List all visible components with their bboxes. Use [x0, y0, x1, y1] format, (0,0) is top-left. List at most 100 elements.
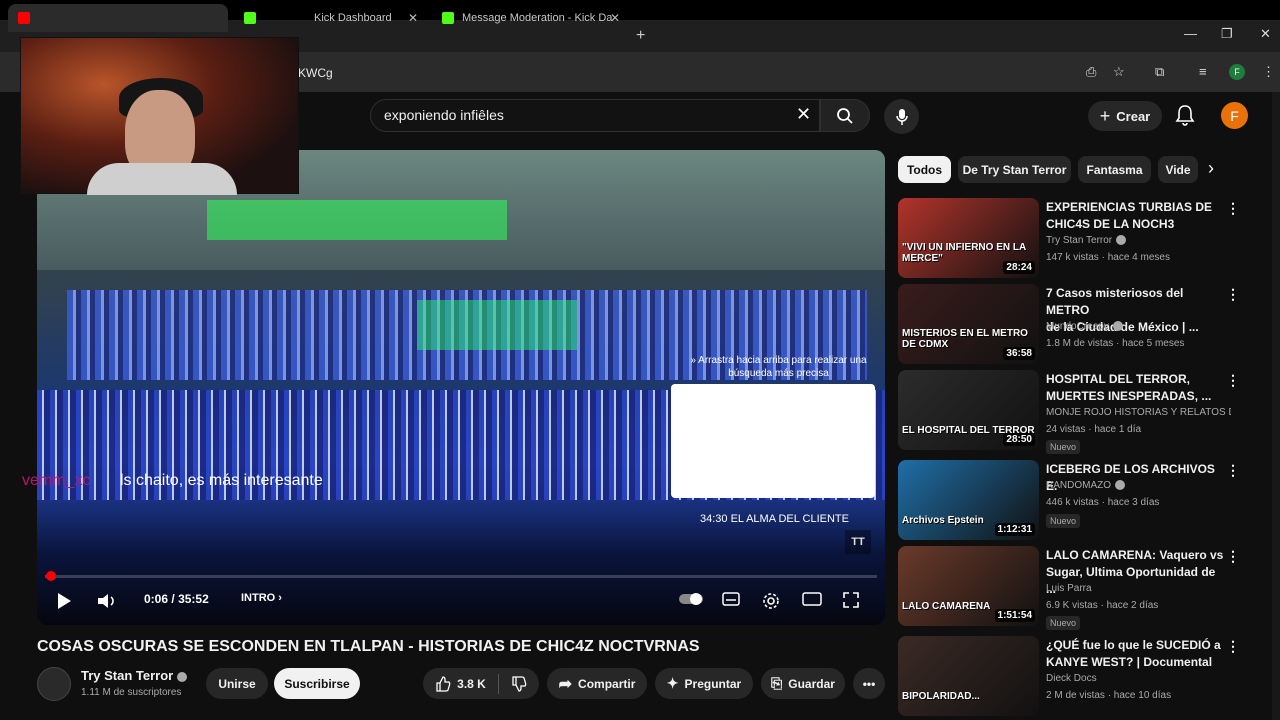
recommendation-thumbnail[interactable]: MISTERIOS EN EL METRO DE CDMX 36:58: [898, 284, 1039, 364]
close-tab-icon[interactable]: ✕: [610, 11, 620, 25]
play-button[interactable]: [56, 592, 72, 610]
volume-button[interactable]: [97, 592, 119, 610]
chip-fantasma[interactable]: Fantasma: [1078, 156, 1151, 183]
recommendation-thumbnail[interactable]: "VIVI UN INFIERNO EN LA MERCE" 28:24: [898, 198, 1039, 278]
more-vertical-icon[interactable]: ⋮: [1226, 638, 1240, 655]
settings-button[interactable]: [762, 592, 780, 610]
text-size-icon[interactable]: TT: [845, 530, 871, 554]
create-button[interactable]: + Crear: [1088, 101, 1162, 131]
chapter-preview-label[interactable]: 34:30 EL ALMA DEL CLIENTE: [700, 513, 849, 525]
recommendation-channel-name: Luis Parra: [1046, 583, 1092, 594]
voice-search-button[interactable]: [884, 99, 919, 134]
recommendation-item[interactable]: BIPOLARIDAD... ¿QUÉ fue lo que le SUCEDIÓ…: [898, 636, 1243, 718]
recommendation-item[interactable]: LALO CAMARENA 1:51:54 LALO CAMARENA: Vaque…: [898, 546, 1243, 630]
media-control-icon[interactable]: ≡: [1199, 64, 1207, 79]
page-scrollbar[interactable]: [1272, 92, 1280, 720]
youtube-favicon-icon: [18, 12, 30, 24]
theater-mode-button[interactable]: [802, 592, 822, 606]
like-button[interactable]: 3.8 K: [435, 675, 486, 692]
duration-badge: 1:12:31: [994, 523, 1035, 536]
progress-scrubber[interactable]: [46, 571, 56, 581]
recommendation-channel[interactable]: MONJE ROJO HISTORIAS Y RELATOS D...: [1046, 407, 1231, 418]
time-display: 0:06 / 35:52: [144, 592, 209, 606]
more-actions-button[interactable]: •••: [853, 668, 885, 699]
more-vertical-icon[interactable]: ⋮: [1226, 286, 1240, 303]
recommendation-item[interactable]: MISTERIOS EN EL METRO DE CDMX 36:58 7 Caso…: [898, 284, 1243, 366]
subtitles-button[interactable]: [722, 592, 740, 606]
chevron-right-icon: ›: [278, 592, 282, 604]
recommendation-thumbnail[interactable]: LALO CAMARENA 1:51:54: [898, 546, 1039, 626]
recommendation-channel[interactable]: Try Stan Terror: [1046, 235, 1127, 246]
chip-todos[interactable]: Todos: [898, 156, 951, 183]
channel-avatar[interactable]: [37, 667, 71, 701]
autoplay-toggle[interactable]: [678, 592, 704, 606]
url-text[interactable]: KWCg: [298, 66, 333, 80]
more-vertical-icon[interactable]: ⋮: [1226, 462, 1240, 479]
chip-channel[interactable]: De Try Stan Terror: [958, 156, 1071, 183]
browser-menu-icon[interactable]: ⋮: [1262, 64, 1275, 80]
glitch-band: [207, 200, 507, 240]
channel-name[interactable]: Try Stan Terror: [81, 668, 188, 683]
join-label: Unirse: [218, 676, 256, 691]
search-icon: [837, 107, 853, 124]
join-button[interactable]: Unirse: [206, 668, 268, 699]
recommendation-item[interactable]: EL HOSPITAL DEL TERROR 28:50 HOSPITAL DEL …: [898, 370, 1243, 454]
recommendation-channel[interactable]: Dieck Docs: [1046, 673, 1097, 684]
recommendation-thumbnail[interactable]: Archivos Epstein 1:12:31: [898, 460, 1039, 540]
divider: [497, 673, 499, 694]
restore-icon[interactable]: ❐: [1221, 26, 1233, 42]
browser-tab-active[interactable]: [8, 4, 228, 32]
search-input[interactable]: exponiendo infiêles: [384, 107, 504, 123]
bookmark-star-icon[interactable]: ☆: [1113, 64, 1125, 80]
clear-search-icon[interactable]: ✕: [796, 104, 811, 125]
search-button[interactable]: [820, 99, 870, 132]
browser-tab-message-moderation[interactable]: Message Moderation - Kick Da ✕: [432, 4, 628, 32]
time-total: 35:52: [178, 592, 209, 606]
more-vertical-icon[interactable]: ⋮: [1226, 200, 1240, 217]
recommendation-item[interactable]: "VIVI UN INFIERNO EN LA MERCE" 28:24 EXPER…: [898, 198, 1243, 280]
recommendation-title-line: HOSPITAL DEL TERROR,: [1046, 372, 1191, 386]
thumbs-up-icon: [436, 675, 451, 692]
recommendation-title-line: 7 Casos misteriosos del METRO: [1046, 286, 1184, 317]
share-button[interactable]: ➦ Compartir: [547, 668, 647, 699]
recommendation-thumbnail[interactable]: EL HOSPITAL DEL TERROR 28:50: [898, 370, 1039, 450]
verified-icon: [1116, 235, 1127, 246]
chapter-button[interactable]: INTRO ›: [241, 592, 282, 604]
recommendation-channel[interactable]: RANDOMAZO: [1046, 480, 1125, 491]
recommendation-title[interactable]: HOSPITAL DEL TERROR, MUERTES INESPERADAS,…: [1046, 371, 1226, 405]
thumbs-down-icon[interactable]: [511, 675, 527, 692]
gear-icon: [763, 593, 779, 609]
new-tab-button[interactable]: +: [636, 27, 645, 45]
close-window-icon[interactable]: ✕: [1260, 26, 1271, 42]
ask-button[interactable]: ✦ Preguntar: [655, 668, 753, 699]
verified-icon: [1112, 321, 1123, 332]
browser-profile-avatar[interactable]: F: [1229, 64, 1245, 80]
more-horizontal-icon: •••: [862, 676, 876, 691]
recommendation-channel[interactable]: Luis Parra: [1046, 583, 1092, 594]
video-progress-bar[interactable]: [45, 575, 877, 578]
like-dislike-group: 3.8 K: [423, 668, 539, 699]
recommendation-thumbnail[interactable]: BIPOLARIDAD...: [898, 636, 1039, 716]
save-button[interactable]: ⎘ Guardar: [761, 668, 845, 699]
kick-favicon-icon: [442, 12, 454, 24]
chip-video[interactable]: Vide: [1158, 156, 1198, 183]
minimize-icon[interactable]: —: [1184, 26, 1197, 41]
fullscreen-button[interactable]: [843, 592, 859, 608]
browser-tab-kick-dashboard[interactable]: Kick Dashboard ✕: [234, 4, 426, 32]
recommendation-meta: 24 vistas · hace 1 día: [1046, 424, 1142, 435]
extensions-icon[interactable]: ⧉: [1155, 64, 1164, 80]
account-avatar[interactable]: F: [1221, 102, 1248, 129]
play-icon: [58, 593, 71, 609]
close-tab-icon[interactable]: ✕: [408, 11, 418, 25]
recommendation-channel[interactable]: MundoCreepy: [1046, 321, 1123, 332]
subscribe-button[interactable]: Suscribirse: [274, 668, 360, 699]
recommendation-item[interactable]: Archivos Epstein 1:12:31 ICEBERG DE LOS AR…: [898, 460, 1243, 542]
recommendation-title[interactable]: ¿QUÉ fue lo que le SUCEDIÓ a KANYE WEST? …: [1046, 637, 1226, 671]
notifications-button[interactable]: [1175, 104, 1195, 131]
chips-next-chevron-icon[interactable]: ›: [1208, 158, 1214, 179]
more-vertical-icon[interactable]: ⋮: [1226, 548, 1240, 565]
recommendation-title[interactable]: EXPERIENCIAS TURBIAS DE CHIC4S DE LA NOCH…: [1046, 199, 1226, 233]
recommendation-meta: 6.9 K vistas · hace 2 días: [1046, 600, 1159, 611]
more-vertical-icon[interactable]: ⋮: [1226, 372, 1240, 389]
install-app-icon[interactable]: ⎙: [1086, 64, 1096, 80]
